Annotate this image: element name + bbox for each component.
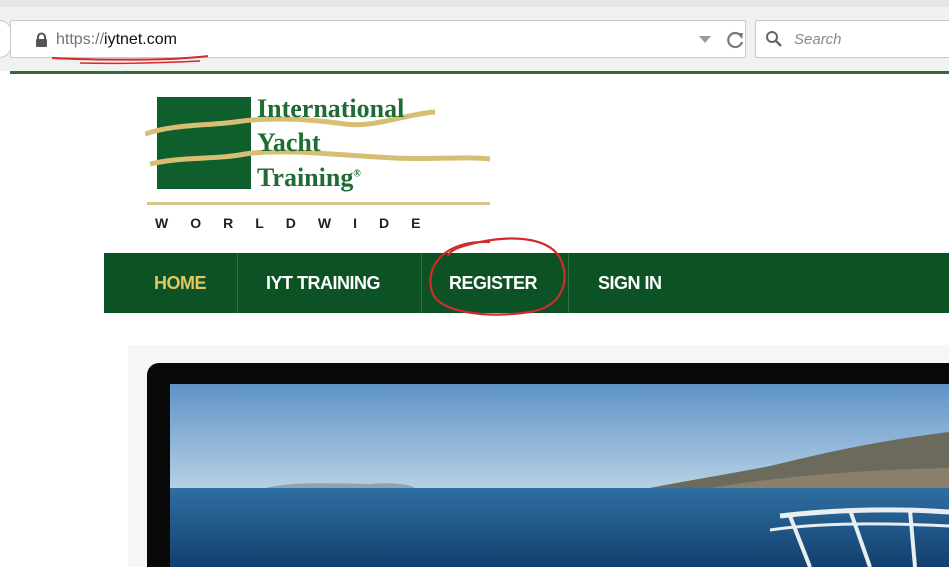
url-scheme: https://: [56, 31, 105, 48]
address-text[interactable]: https://iytnet.com: [56, 31, 177, 49]
lock-icon: [36, 32, 47, 47]
nav-separator: [237, 253, 238, 313]
search-box[interactable]: Search: [755, 20, 949, 58]
nav-sign-in[interactable]: SIGN IN: [598, 253, 662, 313]
reload-icon[interactable]: [726, 30, 746, 50]
logo-text-training-word: Training: [257, 163, 354, 192]
nav-iyt-training[interactable]: IYT TRAINING: [266, 253, 381, 313]
logo-text-international: International: [257, 94, 405, 123]
seascape-image: [170, 384, 949, 567]
iyt-logo[interactable]: International Yacht Training® WORLDWIDE: [145, 94, 495, 234]
logo-divider: [147, 202, 490, 205]
window-top-strip: [0, 0, 949, 7]
url-underline-annotation: [51, 55, 209, 65]
hero-image: [170, 384, 949, 567]
logo-text-training: Training®: [257, 165, 361, 191]
logo-text-yacht: Yacht: [257, 128, 321, 157]
address-bar[interactable]: https://iytnet.com: [10, 20, 746, 58]
toolbar-divider: [10, 71, 949, 74]
registered-mark: ®: [353, 168, 361, 180]
search-placeholder: Search: [794, 31, 842, 48]
dropdown-arrow-icon[interactable]: [699, 36, 711, 43]
register-circle-annotation: [429, 237, 566, 316]
url-host: iytnet.com: [104, 31, 177, 48]
search-icon: [766, 31, 782, 47]
logo-tagline: WORLDWIDE: [155, 215, 443, 231]
nav-home[interactable]: HOME: [154, 253, 207, 313]
